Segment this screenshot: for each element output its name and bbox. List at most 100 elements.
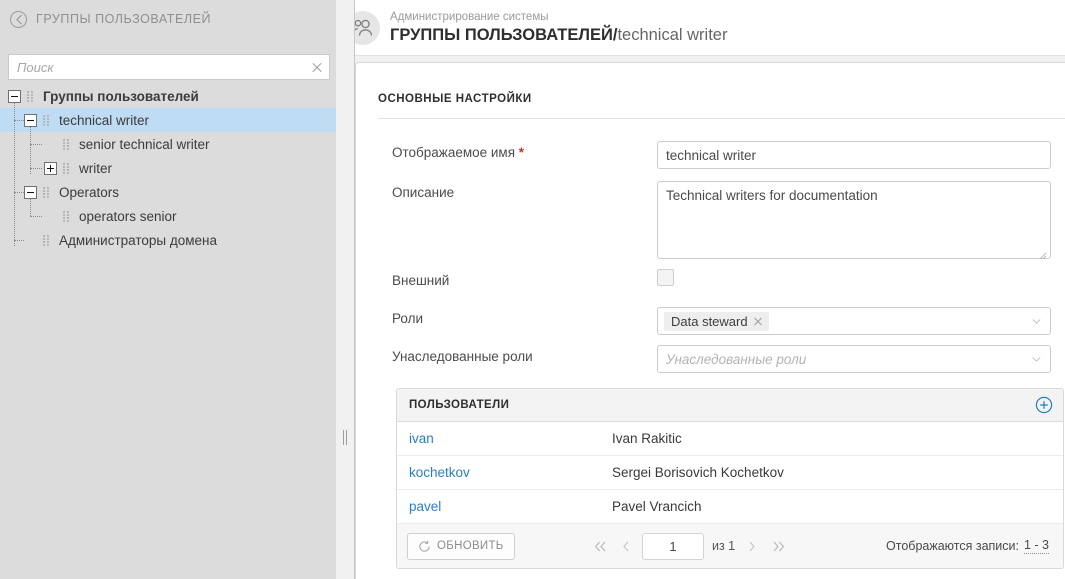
- last-page-button[interactable]: [765, 533, 791, 559]
- field-row-description: Описание: [392, 181, 1051, 264]
- refresh-button[interactable]: ОБНОВИТЬ: [407, 533, 515, 560]
- tree-item-label: senior technical writer: [79, 137, 210, 152]
- first-page-button[interactable]: [587, 533, 613, 559]
- page-title-sub: technical writer: [617, 26, 727, 44]
- tree-guide-horizontal: [30, 168, 42, 169]
- sidebar-title: ГРУППЫ ПОЛЬЗОВАТЕЛЕЙ: [36, 12, 211, 26]
- records-info: Отображаются записи: 1 - 3: [886, 524, 1049, 568]
- pagination-controls: из 1: [587, 524, 791, 568]
- refresh-icon: [418, 540, 431, 553]
- tree-item-1[interactable]: technical writer: [0, 108, 336, 132]
- user-login-link[interactable]: kochetkov: [397, 465, 612, 480]
- next-page-button[interactable]: [739, 533, 765, 559]
- chevron-down-icon[interactable]: [1032, 357, 1041, 362]
- users-panel: ПОЛЬЗОВАТЕЛИ ivanIvan RakitickochetkovSe…: [396, 388, 1064, 569]
- tree-guide-vertical: [30, 126, 31, 174]
- roles-select[interactable]: Data steward: [657, 307, 1051, 335]
- chevron-left-icon: [622, 541, 630, 552]
- panel-splitter[interactable]: [336, 0, 355, 579]
- sidebar-header: ГРУППЫ ПОЛЬЗОВАТЕЛЕЙ: [0, 0, 336, 38]
- tree-guide-horizontal: [30, 144, 42, 145]
- drag-handle-icon[interactable]: [27, 90, 38, 103]
- search-box[interactable]: [8, 54, 330, 80]
- back-circle-icon[interactable]: [10, 11, 27, 28]
- page-header: Администрирование системы ГРУППЫ ПОЛЬЗОВ…: [336, 0, 1065, 56]
- clear-x-icon[interactable]: [305, 55, 329, 79]
- inherited-roles-placeholder: Унаследованные роли: [664, 352, 806, 367]
- tree-guide-horizontal: [14, 120, 24, 121]
- drag-handle-icon[interactable]: [43, 234, 54, 247]
- chevron-right-icon: [748, 541, 756, 552]
- add-circle-icon[interactable]: [1035, 396, 1053, 414]
- roles-label: Роли: [392, 307, 657, 335]
- tree-expand-icon[interactable]: [44, 162, 57, 175]
- field-row-roles: Роли Data steward: [392, 307, 1051, 335]
- tree-item-label: writer: [79, 161, 112, 176]
- display-name-label-text: Отображаемое имя: [392, 145, 515, 160]
- page-title-main: ГРУППЫ ПОЛЬЗОВАТЕЛЕЙ: [390, 26, 613, 44]
- users-panel-footer: ОБНОВИТЬ: [397, 524, 1063, 568]
- section-divider: [378, 118, 1065, 119]
- user-login-link[interactable]: pavel: [397, 499, 612, 514]
- field-row-external: Внешний: [392, 269, 674, 288]
- tree-item-4[interactable]: Operators: [0, 180, 336, 204]
- drag-handle-icon[interactable]: [63, 210, 74, 223]
- user-full-name: Sergei Borisovich Kochetkov: [612, 465, 784, 480]
- page-number-input[interactable]: [642, 533, 704, 560]
- tree-item-0[interactable]: Группы пользователей: [0, 84, 336, 108]
- tree-collapse-icon[interactable]: [24, 114, 37, 127]
- external-checkbox[interactable]: [657, 269, 674, 286]
- users-panel-header: ПОЛЬЗОВАТЕЛИ: [397, 389, 1063, 422]
- user-login-link[interactable]: ivan: [397, 431, 612, 446]
- application-root: ГРУППЫ ПОЛЬЗОВАТЕЛЕЙ Группы пользователе…: [0, 0, 1065, 579]
- tree-item-label: operators senior: [79, 209, 177, 224]
- drag-handle-icon[interactable]: [43, 114, 54, 127]
- tree-guide-horizontal: [14, 192, 24, 193]
- drag-handle-icon[interactable]: [43, 186, 54, 199]
- header-text-block: Администрирование системы ГРУППЫ ПОЛЬЗОВ…: [390, 10, 727, 45]
- users-panel-title: ПОЛЬЗОВАТЕЛИ: [409, 399, 509, 411]
- role-chip-label: Data steward: [671, 314, 748, 329]
- tree-guide-horizontal: [30, 216, 42, 217]
- role-chip-remove-icon[interactable]: [753, 316, 764, 327]
- tree-guide-horizontal: [14, 240, 24, 241]
- tree-guide-vertical: [30, 198, 31, 216]
- tree-item-label: Администраторы домена: [59, 233, 217, 248]
- inherited-roles-select[interactable]: Унаследованные роли: [657, 345, 1051, 373]
- page-total-label: из 1: [712, 539, 735, 553]
- drag-handle-icon[interactable]: [63, 162, 74, 175]
- tree-item-label: Группы пользователей: [43, 89, 199, 104]
- refresh-button-label: ОБНОВИТЬ: [437, 540, 504, 552]
- tree-toggle-placeholder: [24, 234, 37, 247]
- main-content-area: Администрирование системы ГРУППЫ ПОЛЬЗОВ…: [336, 0, 1065, 579]
- records-info-value[interactable]: 1 - 3: [1024, 538, 1049, 554]
- double-chevron-right-icon: [772, 541, 785, 552]
- search-input[interactable]: [9, 55, 305, 79]
- tree-item-3[interactable]: writer: [0, 156, 336, 180]
- table-row[interactable]: ivanIvan Rakitic: [397, 422, 1063, 456]
- users-table-body: ivanIvan RakitickochetkovSergei Borisovi…: [397, 422, 1063, 524]
- display-name-input[interactable]: [657, 141, 1051, 169]
- drag-handle-icon[interactable]: [63, 138, 74, 151]
- table-row[interactable]: pavelPavel Vrancich: [397, 490, 1063, 524]
- tree-collapse-icon[interactable]: [24, 186, 37, 199]
- tree-item-5[interactable]: operators senior: [0, 204, 336, 228]
- tree-guide-vertical: [14, 102, 15, 246]
- tree-item-6[interactable]: Администраторы домена: [0, 228, 336, 252]
- field-row-inherited-roles: Унаследованные роли Унаследованные роли: [392, 345, 1051, 373]
- description-textarea[interactable]: [657, 181, 1051, 259]
- user-groups-sidebar: ГРУППЫ ПОЛЬЗОВАТЕЛЕЙ Группы пользователе…: [0, 0, 336, 579]
- inherited-roles-label: Унаследованные роли: [392, 345, 657, 373]
- breadcrumb: Администрирование системы: [390, 10, 727, 24]
- prev-page-button[interactable]: [613, 533, 639, 559]
- required-marker: *: [519, 145, 524, 160]
- tree-item-2[interactable]: senior technical writer: [0, 132, 336, 156]
- tree-toggle-placeholder: [44, 210, 57, 223]
- splitter-grip-icon: [343, 430, 348, 445]
- role-chip[interactable]: Data steward: [664, 312, 769, 331]
- display-name-label: Отображаемое имя *: [392, 141, 657, 169]
- chevron-down-icon[interactable]: [1032, 319, 1041, 324]
- tree-collapse-icon[interactable]: [8, 90, 21, 103]
- table-row[interactable]: kochetkovSergei Borisovich Kochetkov: [397, 456, 1063, 490]
- tree-toggle-placeholder: [44, 138, 57, 151]
